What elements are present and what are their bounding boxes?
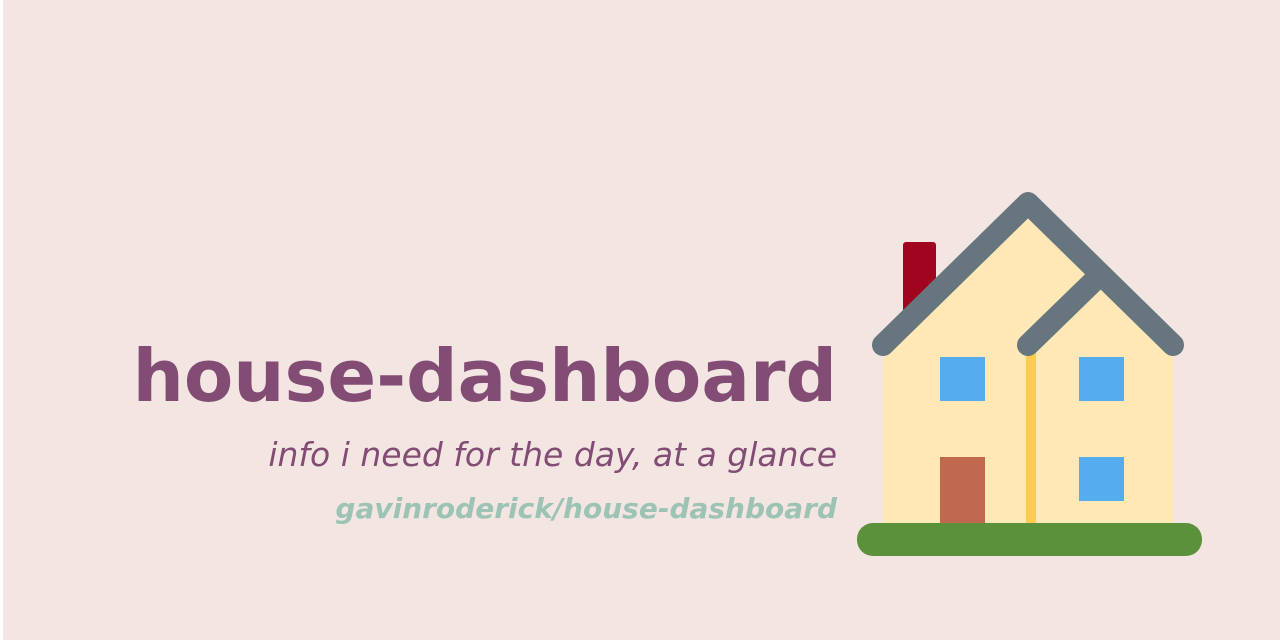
repo-name: gavinroderick/house-dashboard bbox=[335, 492, 837, 525]
page-title: house-dashboard bbox=[132, 334, 837, 418]
trim-pillar bbox=[1026, 347, 1036, 525]
window-left bbox=[940, 357, 985, 401]
window-right-top bbox=[1079, 357, 1124, 401]
house-icon bbox=[857, 192, 1202, 556]
text-block: house-dashboard info i need for the day,… bbox=[133, 340, 837, 523]
social-preview-card: house-dashboard info i need for the day,… bbox=[3, 0, 1280, 640]
window-right-bottom bbox=[1079, 457, 1124, 501]
page-subtitle: info i need for the day, at a glance bbox=[268, 435, 837, 474]
door bbox=[940, 457, 985, 527]
grass bbox=[857, 523, 1202, 556]
